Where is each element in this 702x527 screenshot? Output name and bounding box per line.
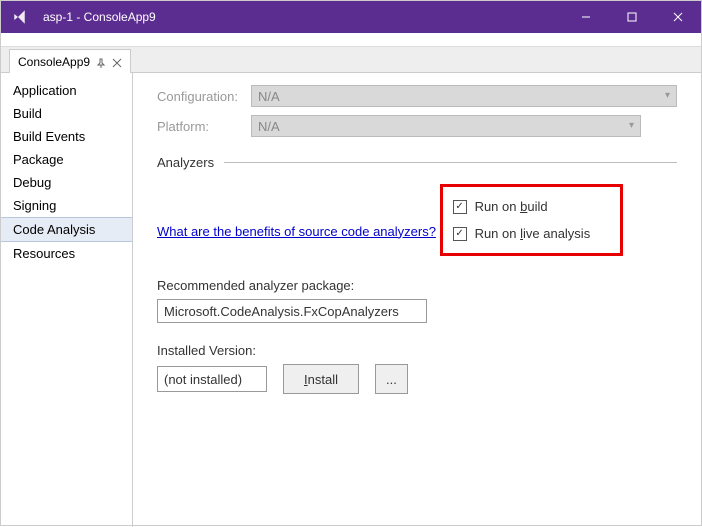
section-rule — [224, 162, 677, 163]
configuration-label: Configuration: — [157, 89, 251, 104]
platform-value: N/A — [258, 119, 280, 134]
chevron-down-icon: ▾ — [629, 120, 634, 131]
sidebar-item-debug[interactable]: Debug — [1, 171, 132, 194]
platform-combo[interactable]: N/A ▾ — [251, 115, 641, 137]
run-on-live-analysis-label: Run on live analysis — [475, 226, 591, 241]
install-button[interactable]: Install — [283, 364, 359, 394]
close-tab-icon[interactable] — [112, 57, 122, 67]
sidebar-item-signing[interactable]: Signing — [1, 194, 132, 217]
document-tab-strip: ConsoleApp9 — [1, 47, 701, 73]
run-on-build-checkbox[interactable]: ✓ — [453, 200, 467, 214]
browse-button[interactable]: ... — [375, 364, 408, 394]
sidebar-item-code-analysis[interactable]: Code Analysis — [1, 217, 132, 242]
recommended-package-label: Recommended analyzer package: — [157, 278, 677, 293]
sidebar-item-build[interactable]: Build — [1, 102, 132, 125]
tab-label: ConsoleApp9 — [18, 55, 90, 69]
installed-version-value: (not installed) — [164, 372, 242, 387]
minimize-button[interactable] — [563, 1, 609, 33]
run-on-live-analysis-checkbox[interactable]: ✓ — [453, 227, 467, 241]
sidebar-item-package[interactable]: Package — [1, 148, 132, 171]
installed-version-box: (not installed) — [157, 366, 267, 392]
pin-icon[interactable] — [96, 57, 106, 67]
run-on-build-label: Run on build — [475, 199, 548, 214]
sidebar-item-resources[interactable]: Resources — [1, 242, 132, 265]
close-button[interactable] — [655, 1, 701, 33]
window-title: asp-1 - ConsoleApp9 — [41, 10, 563, 24]
highlighted-checkbox-group: ✓ Run on build ✓ Run on live analysis — [440, 184, 624, 256]
analyzers-help-link[interactable]: What are the benefits of source code ana… — [157, 224, 436, 239]
sidebar-item-application[interactable]: Application — [1, 79, 132, 102]
platform-label: Platform: — [157, 119, 251, 134]
check-mark-icon: ✓ — [455, 229, 463, 239]
chevron-down-icon: ▾ — [665, 90, 670, 101]
check-mark-icon: ✓ — [455, 202, 463, 212]
title-bar: asp-1 - ConsoleApp9 — [1, 1, 701, 33]
project-settings-sidebar: Application Build Build Events Package D… — [1, 73, 133, 527]
sidebar-item-build-events[interactable]: Build Events — [1, 125, 132, 148]
recommended-package-textbox[interactable]: Microsoft.CodeAnalysis.FxCopAnalyzers — [157, 299, 427, 323]
maximize-button[interactable] — [609, 1, 655, 33]
recommended-package-value: Microsoft.CodeAnalysis.FxCopAnalyzers — [164, 304, 399, 319]
menu-bar — [1, 33, 701, 47]
content-pane: Configuration: N/A ▾ Platform: N/A ▾ Ana… — [133, 73, 701, 527]
tab-consoleapp9[interactable]: ConsoleApp9 — [9, 49, 131, 73]
installed-version-label: Installed Version: — [157, 343, 677, 358]
vs-logo-icon — [1, 8, 41, 26]
configuration-combo[interactable]: N/A ▾ — [251, 85, 677, 107]
configuration-value: N/A — [258, 89, 280, 104]
section-heading: Analyzers — [157, 155, 214, 170]
